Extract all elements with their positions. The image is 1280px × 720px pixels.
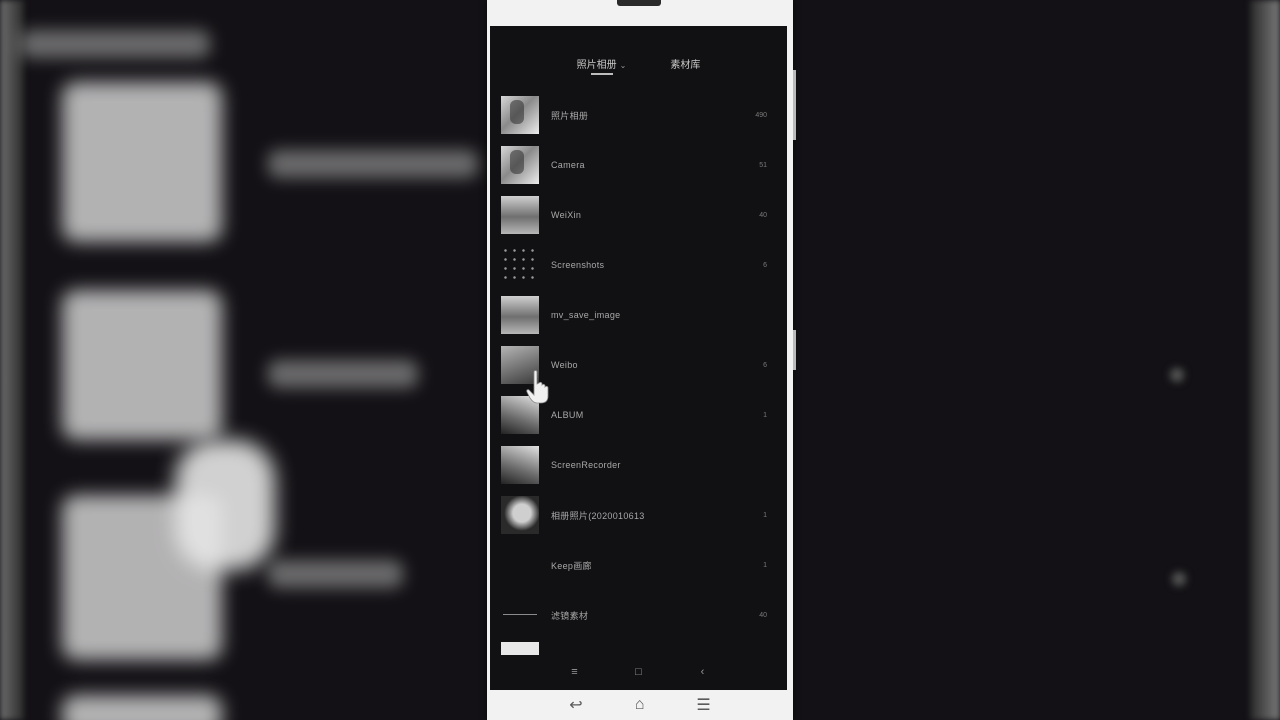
chevron-down-icon: ⌄	[619, 61, 627, 70]
album-count: 1	[763, 411, 767, 419]
device-hardware-keys: ↩ ⌂ ☰	[487, 690, 793, 720]
hardware-home-icon[interactable]: ⌂	[635, 696, 645, 714]
background-edge-right	[1250, 0, 1280, 720]
album-thumbnail	[501, 196, 539, 234]
album-count: 40	[759, 211, 767, 219]
hardware-back-icon[interactable]: ↩	[569, 695, 582, 715]
album-thumbnail	[501, 496, 539, 534]
tab-photo-albums-label: 照片相册	[576, 60, 617, 71]
album-count: 51	[759, 161, 767, 169]
album-name: 照片相册	[551, 110, 589, 121]
hardware-menu-icon[interactable]: ☰	[696, 695, 710, 715]
background-blur-bar	[20, 30, 210, 58]
album-name: Weibo	[551, 360, 578, 370]
volume-button	[793, 70, 796, 140]
phone-screen: 照片相册 ⌄ 素材库 照片相册 490 Camera 51 WeiXin 40 Screens…	[490, 26, 787, 690]
album-row[interactable]: ScreenRecorder	[490, 440, 787, 490]
background-blur-bar	[268, 360, 418, 388]
earpiece	[617, 0, 661, 6]
album-thumbnail	[501, 446, 539, 484]
phone-device: 照片相册 ⌄ 素材库 照片相册 490 Camera 51 WeiXin 40 Screens…	[487, 0, 796, 720]
album-list: 照片相册 490 Camera 51 WeiXin 40 Screenshots 6 mv_sa…	[490, 90, 787, 640]
album-thumbnail	[501, 596, 539, 634]
album-count: 6	[763, 361, 767, 369]
album-count: 6	[763, 261, 767, 269]
album-row[interactable]: WeiXin 40	[490, 190, 787, 240]
album-name: Screenshots	[551, 260, 605, 270]
tab-photo-albums[interactable]: 照片相册 ⌄	[576, 56, 627, 86]
album-name: 相册照片(2020010613	[551, 510, 645, 521]
background-blur-hand	[175, 440, 275, 570]
album-count: 1	[763, 561, 767, 569]
album-name: 滤镜素材	[551, 610, 589, 621]
tab-material-library-label: 素材库	[670, 60, 701, 71]
album-row[interactable]: 照片相册 490	[490, 90, 787, 140]
system-nav-bar: ≡ □ ‹	[490, 654, 787, 690]
power-button	[793, 330, 796, 370]
album-row[interactable]: 相册照片(2020010613 1	[490, 490, 787, 540]
album-name: WeiXin	[551, 210, 582, 220]
album-name: ScreenRecorder	[551, 460, 621, 470]
album-tabs: 照片相册 ⌄ 素材库	[490, 56, 787, 86]
album-count: 490	[755, 111, 767, 119]
album-thumbnail	[501, 96, 539, 134]
album-thumbnail	[501, 246, 539, 284]
album-row[interactable]: 滤镜素材 40	[490, 590, 787, 640]
background-blur-bar	[268, 150, 478, 178]
background-blur-thumb	[62, 82, 222, 242]
background-blur-dot	[1172, 572, 1186, 586]
album-thumbnail	[501, 546, 539, 584]
album-count: 1	[763, 511, 767, 519]
album-name: Camera	[551, 160, 585, 170]
back-icon[interactable]: ‹	[696, 665, 710, 679]
background-blur-dot	[1170, 368, 1184, 382]
tab-material-library[interactable]: 素材库	[670, 56, 700, 86]
album-count: 40	[759, 611, 767, 619]
album-name: mv_save_image	[551, 310, 621, 320]
background-edge-left	[0, 0, 24, 720]
hand-pointer-icon	[526, 370, 549, 404]
background-blur-thumb	[62, 290, 222, 440]
home-icon[interactable]: □	[632, 665, 646, 679]
album-thumbnail	[501, 296, 539, 334]
album-row[interactable]: Camera 51	[490, 140, 787, 190]
background-blur-bar	[268, 560, 403, 588]
active-tab-indicator	[590, 73, 613, 75]
album-thumbnail	[501, 146, 539, 184]
background-blur-thumb	[62, 695, 222, 720]
menu-icon[interactable]: ≡	[568, 665, 582, 679]
album-name: ALBUM	[551, 410, 584, 420]
album-row[interactable]: Keep画廊 1	[490, 540, 787, 590]
album-name: Keep画廊	[551, 560, 592, 571]
album-row[interactable]: Screenshots 6	[490, 240, 787, 290]
album-row[interactable]: mv_save_image	[490, 290, 787, 340]
